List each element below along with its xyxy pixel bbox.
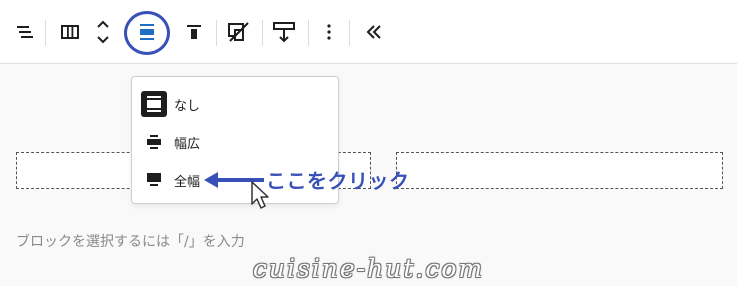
- align-full-width-icon: [140, 166, 168, 194]
- block-toolbar: [0, 0, 737, 64]
- move-up-down-button[interactable]: [87, 14, 119, 50]
- toolbar-divider: [45, 20, 46, 46]
- align-full-icon: [140, 24, 154, 40]
- columns-button[interactable]: [54, 14, 86, 50]
- collapse-toolbar-icon: [366, 25, 381, 39]
- stack-on-mobile-icon: [228, 22, 249, 42]
- dropdown-item-label: なし: [174, 98, 201, 114]
- column-placeholder-right[interactable]: [396, 152, 723, 189]
- watermark: cuisine-hut.com: [252, 254, 485, 283]
- align-top-icon: [187, 25, 201, 39]
- block-insert-hint[interactable]: ブロックを選択するには「/」を入力: [16, 231, 245, 251]
- align-none-icon: [140, 90, 168, 118]
- dropdown-item-label: 全幅: [174, 174, 201, 190]
- toolbar-divider: [262, 20, 263, 46]
- stack-on-mobile-button[interactable]: [223, 14, 255, 50]
- vertical-align-button[interactable]: [178, 14, 210, 50]
- list-view-button[interactable]: [9, 14, 41, 50]
- toolbar-divider: [349, 20, 350, 46]
- alignment-button[interactable]: [131, 14, 163, 50]
- change-height-icon: [273, 22, 295, 43]
- dropdown-item-none[interactable]: なし: [140, 87, 330, 121]
- align-wide-icon: [140, 128, 168, 156]
- columns-icon: [61, 25, 79, 39]
- list-view-icon: [17, 26, 33, 38]
- annotation-text: ここをクリック: [266, 169, 410, 193]
- collapse-toolbar-button[interactable]: [358, 14, 390, 50]
- more-options-icon: [327, 24, 331, 40]
- dropdown-item-wide[interactable]: 幅広: [140, 125, 330, 159]
- toolbar-divider: [308, 20, 309, 46]
- mouse-cursor-icon: [251, 181, 269, 209]
- more-options-button[interactable]: [313, 14, 345, 50]
- change-height-button[interactable]: [268, 14, 300, 50]
- move-up-down-icon: [97, 20, 109, 44]
- dropdown-item-label: 幅広: [174, 136, 201, 152]
- toolbar-divider: [216, 20, 217, 46]
